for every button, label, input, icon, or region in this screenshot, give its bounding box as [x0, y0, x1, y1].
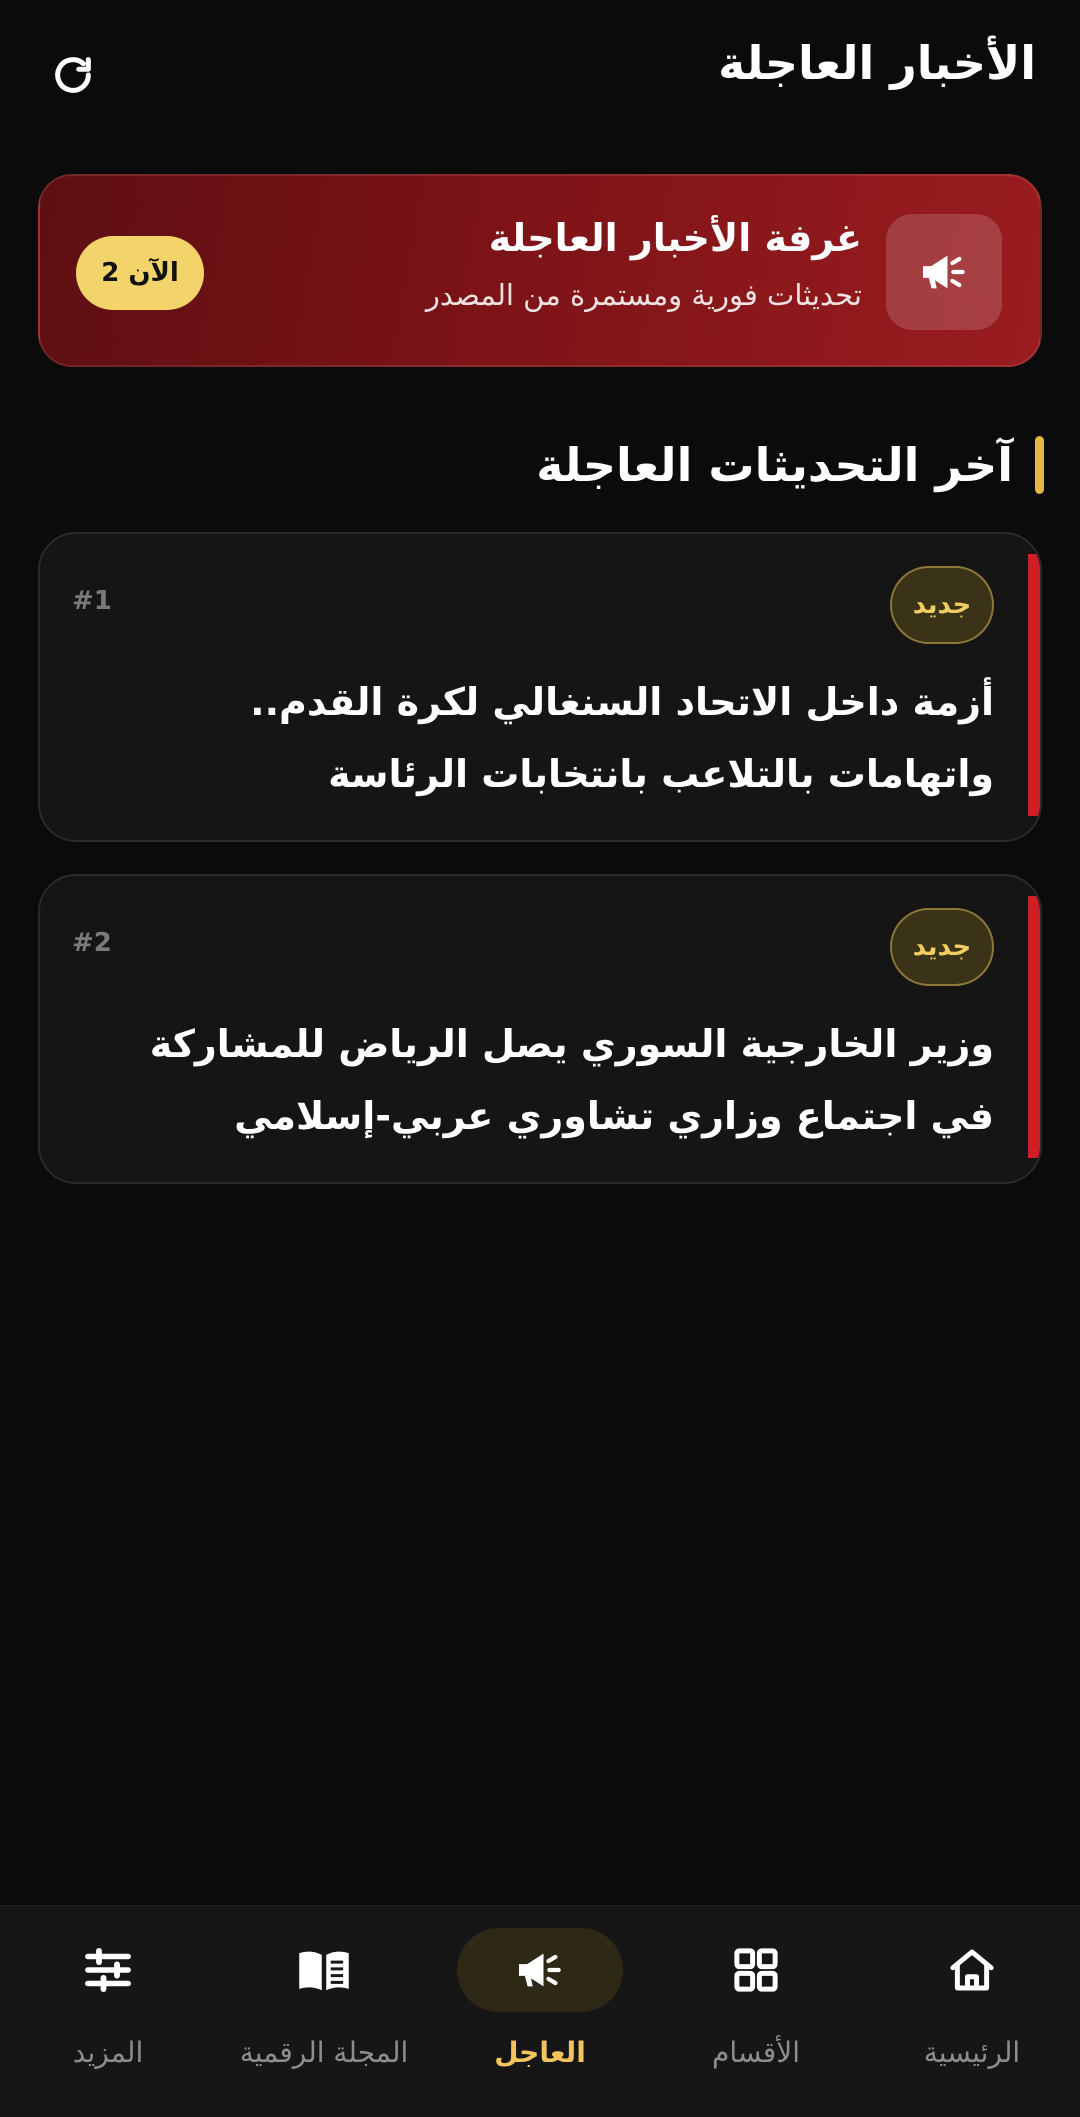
nav-icon-wrap — [457, 1928, 623, 2012]
live-count-badge: الآن 2 — [76, 236, 204, 310]
megaphone-icon — [519, 1953, 561, 1987]
nav-label: الرئيسية — [923, 2036, 1021, 2069]
section-title: آخر التحديثات العاجلة — [536, 438, 1013, 492]
nav-label: العاجل — [494, 2036, 586, 2069]
nav-item-breaking[interactable]: العاجل — [432, 1906, 648, 2117]
breaking-newsroom-banner[interactable]: غرفة الأخبار العاجلة تحديثات فورية ومستم… — [38, 174, 1042, 367]
nav-item-magazine[interactable]: المجلة الرقمية — [216, 1906, 432, 2117]
news-headline: وزير الخارجية السوري يصل الرياض للمشاركة… — [149, 1022, 994, 1138]
nav-label: الأقسام — [712, 2036, 800, 2069]
grid-icon — [734, 1948, 778, 1992]
new-badge: جديد — [890, 566, 994, 644]
card-index: #1 — [72, 586, 112, 616]
nav-label: المجلة الرقمية — [239, 2036, 409, 2069]
bottom-navigation: الرئيسية الأقسام العاجل المجلة الرقمية ا… — [0, 1905, 1080, 2117]
home-icon — [950, 1949, 994, 1991]
nav-item-more[interactable]: المزيد — [0, 1906, 216, 2117]
card-accent-bar — [1028, 896, 1040, 1158]
card-accent-bar — [1028, 554, 1040, 816]
nav-icon-wrap — [889, 1928, 1055, 2012]
book-icon — [299, 1951, 349, 1991]
nav-label: المزيد — [72, 2036, 144, 2069]
nav-item-sections[interactable]: الأقسام — [648, 1906, 864, 2117]
new-badge: جديد — [890, 908, 994, 986]
section-accent-bar — [1035, 436, 1044, 494]
megaphone-icon — [923, 255, 965, 289]
sliders-icon — [85, 1947, 131, 1993]
news-card[interactable]: جديد #2 وزير الخارجية السوري يصل الرياض … — [38, 874, 1042, 1184]
refresh-icon — [55, 57, 91, 93]
nav-icon-wrap — [241, 1928, 407, 2012]
section-heading: آخر التحديثات العاجلة — [536, 436, 1044, 494]
nav-item-home[interactable]: الرئيسية — [864, 1906, 1080, 2117]
news-card[interactable]: جديد #1 أزمة داخل الاتحاد السنغالي لكرة … — [38, 532, 1042, 842]
hero-icon-box — [886, 214, 1002, 330]
hero-title: غرفة الأخبار العاجلة — [488, 216, 862, 260]
refresh-button[interactable] — [44, 46, 102, 104]
news-headline: أزمة داخل الاتحاد السنغالي لكرة القدم.. … — [250, 680, 994, 796]
nav-icon-wrap — [25, 1928, 191, 2012]
card-index: #2 — [72, 928, 112, 958]
app-header: الأخبار العاجلة — [0, 0, 1080, 140]
hero-subtitle: تحديثات فورية ومستمرة من المصدر — [425, 278, 862, 312]
page-title: الأخبار العاجلة — [718, 36, 1036, 90]
nav-icon-wrap — [673, 1928, 839, 2012]
